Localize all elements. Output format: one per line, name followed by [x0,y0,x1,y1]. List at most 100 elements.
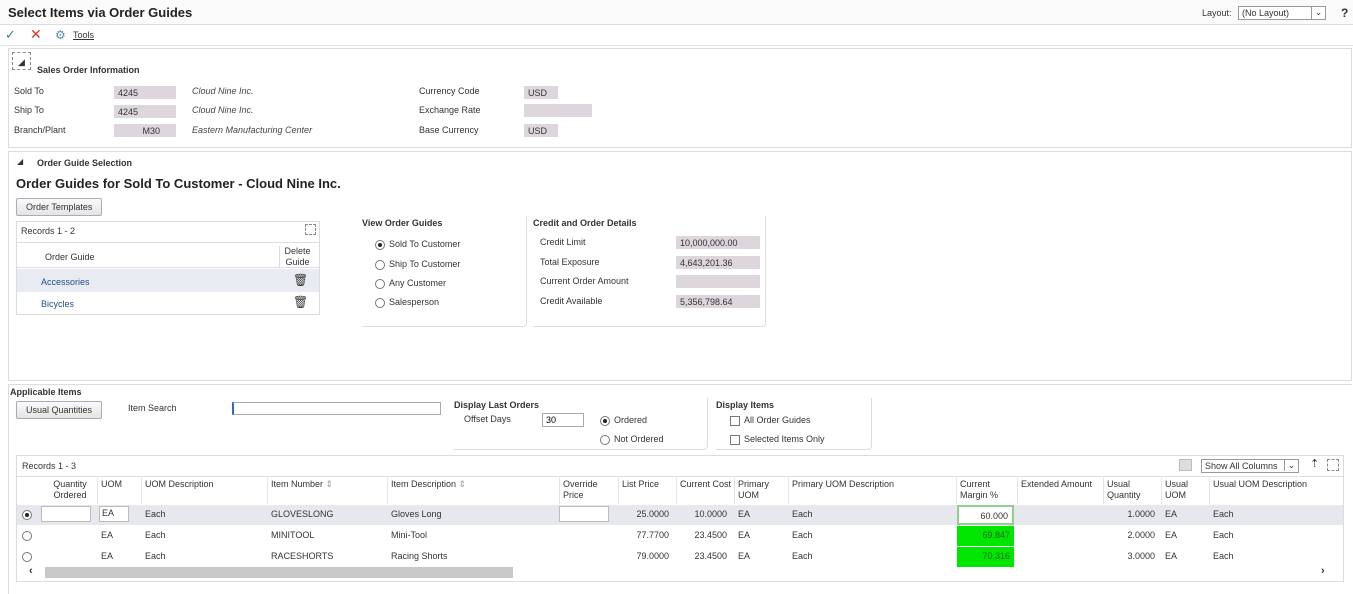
radio-ship-to[interactable]: Ship To Customer [375,259,460,270]
column-divider[interactable] [141,478,142,504]
column-divider[interactable] [956,478,957,504]
radio-ordered[interactable]: Ordered [600,415,647,426]
col-quantity-ordered[interactable]: Quantity Ordered [45,479,95,501]
col-primary-uom-description[interactable]: Primary UOM Description [792,479,954,490]
column-header-label: Usual UOM Description [1213,479,1308,489]
export-icon[interactable]: ⇡ [1310,457,1319,470]
radio-sold-to[interactable]: Sold To Customer [375,239,460,250]
offset-days-input[interactable] [542,413,584,427]
maximize-grid-icon[interactable] [1327,459,1339,471]
items-grid: Records 1 - 3 Show All Columns ⌄ ⇡ Quanti… [16,455,1344,582]
order-guide-link[interactable]: Accessories [41,277,90,287]
row-select-radio[interactable] [22,551,36,562]
scroll-left-icon[interactable]: ‹ [29,565,33,577]
column-divider[interactable] [618,478,619,504]
cell-current-margin[interactable]: 70.316 [957,547,1014,567]
col-item-number[interactable]: Item Number ⇕ [271,479,385,490]
cell-current-cost: 10.0000 [694,509,727,519]
total-exposure-label: Total Exposure [540,257,600,267]
offset-days-label: Offset Days [464,414,511,424]
column-divider[interactable] [1103,478,1104,504]
personalize-icon[interactable] [1179,459,1192,471]
radio-label: Sold To Customer [389,239,461,249]
col-order-guide[interactable]: Order Guide [45,252,95,262]
export-icon[interactable] [305,224,316,235]
col-extended-amount[interactable]: Extended Amount [1021,479,1101,490]
cell-current-margin[interactable]: 60.000 [957,505,1014,525]
radio-salesperson[interactable]: Salesperson [375,297,439,308]
cell-usual-uom: EA [1165,530,1178,540]
column-divider[interactable] [267,478,268,504]
column-divider[interactable] [734,478,735,504]
col-current-margin[interactable]: Current Margin % [960,479,1015,501]
row-select-radio[interactable] [22,530,36,541]
quantity-ordered-input[interactable] [41,506,91,522]
records-label: Records 1 - 3 [22,461,77,471]
cell-usual-quantity: 2.0000 [1127,530,1155,540]
total-exposure-value: 4,643,201.36 [676,256,760,269]
col-current-cost[interactable]: Current Cost [680,479,732,490]
column-header-label: Primary UOM [738,479,769,500]
order-templates-button[interactable]: Order Templates [16,198,103,216]
column-divider[interactable] [1017,478,1018,504]
collapse-icon[interactable]: ◢ [17,157,23,166]
col-uom[interactable]: UOM [101,479,139,490]
usual-quantities-button[interactable]: Usual Quantities [16,401,103,419]
chevron-down-icon: ⌄ [1284,460,1298,471]
show-columns-select[interactable]: Show All Columns ⌄ [1201,459,1299,473]
radio-not-ordered[interactable]: Not Ordered [600,434,664,445]
sort-icon[interactable]: ⇕ [459,479,467,489]
collapse-toggle[interactable]: ◢ [12,52,31,70]
layout-select[interactable]: (No Layout) ⌄ [1238,6,1326,20]
col-uom-description[interactable]: UOM Description [145,479,265,490]
title-bar: Select Items via Order Guides Layout: (N… [0,0,1353,25]
column-divider[interactable] [1209,478,1210,504]
cell-primary-uom-description: Each [792,551,813,561]
column-header-label: Usual Quantity [1107,479,1141,500]
help-button[interactable]: ? [1341,6,1348,20]
all-order-guides-checkbox[interactable]: All Order Guides [730,415,811,426]
trash-icon[interactable]: 🗑 [293,273,308,287]
cell-item-number: GLOVESLONG [271,509,334,519]
cell-item-number: MINITOOL [271,530,315,540]
horizontal-scrollbar[interactable] [45,567,513,578]
selected-items-only-checkbox[interactable]: Selected Items Only [730,434,825,445]
sort-icon[interactable]: ⇕ [326,479,334,489]
cell-current-margin[interactable]: 69.847 [957,526,1014,546]
col-primary-uom[interactable]: Primary UOM [738,479,786,501]
column-divider[interactable] [1161,478,1162,504]
cell-primary-uom: EA [738,530,751,540]
credit-available-value: 5,356,798.64 [676,295,760,308]
row-select-radio[interactable] [22,509,36,520]
col-usual-uom-description[interactable]: Usual UOM Description [1213,479,1337,490]
column-divider[interactable] [97,478,98,504]
chevron-down-icon: ⌄ [1311,7,1325,19]
order-guide-link[interactable]: Bicycles [41,299,74,309]
column-divider[interactable] [387,478,388,504]
column-divider[interactable] [676,478,677,504]
radio-any-customer[interactable]: Any Customer [375,278,446,289]
cell-uom[interactable]: EA [99,506,129,522]
display-items-group: Display Items All Order Guides Selected … [716,398,872,450]
group-title: Display Last Orders [454,400,540,410]
checkbox-label: Selected Items Only [744,434,825,444]
tools-menu[interactable]: Tools [73,30,94,40]
records-label: Records 1 - 2 [21,226,76,236]
scroll-right-icon[interactable]: › [1321,565,1325,577]
radio-label: Ordered [614,415,648,425]
applicable-items-header: Applicable Items [10,387,82,397]
col-list-price[interactable]: List Price [622,479,674,490]
col-item-description[interactable]: Item Description ⇕ [391,479,557,490]
col-usual-quantity[interactable]: Usual Quantity [1107,479,1159,501]
col-override-price[interactable]: Override Price [563,479,616,501]
gear-icon[interactable]: ⚙ [55,28,66,42]
credit-group: Credit and Order Details Credit Limit 10… [533,216,766,327]
column-divider[interactable] [788,478,789,504]
trash-icon[interactable]: 🗑 [293,295,308,309]
ok-check-icon[interactable]: ✓ [5,27,16,43]
col-usual-uom[interactable]: Usual UOM [1165,479,1207,501]
radio-label: Any Customer [389,278,447,288]
cancel-x-icon[interactable]: ✕ [30,26,42,43]
item-search-input[interactable] [232,402,441,415]
column-divider[interactable] [559,478,560,504]
